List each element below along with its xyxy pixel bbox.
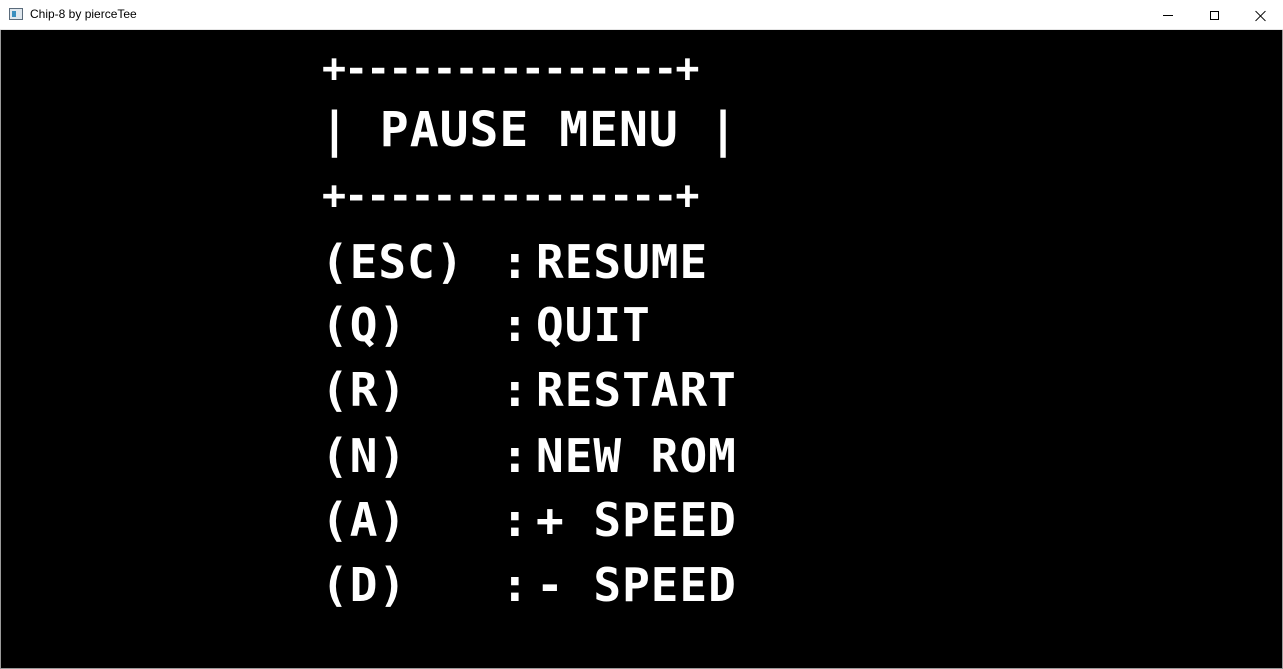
menu-item-sep: : [501, 363, 530, 417]
menu-item-action-quit: QUIT [536, 298, 651, 352]
menu-item-sep: : [501, 429, 530, 483]
maximize-icon [1209, 10, 1219, 20]
menu-item-action-restart: RESTART [536, 363, 737, 417]
menu-item-key-n: (N) [321, 429, 408, 483]
menu-item-key-esc: (ESC) [321, 235, 465, 289]
menu-item-sep: : [501, 558, 530, 612]
menu-item-action-speed-down: - SPEED [536, 558, 737, 612]
emulator-display[interactable]: +---------------+ | PAUSE MENU | +------… [1, 30, 1282, 668]
menu-title: | PAUSE MENU | [320, 102, 739, 158]
menu-item-sep: : [501, 298, 530, 352]
title-bar[interactable]: Chip-8 by pierceTee [0, 0, 1283, 30]
chip8-window: Chip-8 by pierceTee +---------------+ | … [0, 0, 1283, 669]
menu-item-key-d: (D) [321, 558, 408, 612]
menu-item-action-resume: RESUME [536, 235, 709, 289]
menu-top-border: +---------------+ [322, 46, 699, 92]
minimize-icon [1163, 14, 1173, 16]
menu-item-sep: : [501, 493, 530, 547]
menu-item-key-q: (Q) [321, 298, 408, 352]
close-icon [1255, 10, 1266, 21]
app-icon [9, 8, 23, 20]
menu-item-action-speed-up: + SPEED [536, 493, 737, 547]
maximize-button[interactable] [1191, 0, 1237, 30]
menu-bottom-border: +---------------+ [322, 173, 699, 219]
menu-item-key-a: (A) [321, 493, 408, 547]
menu-item-sep: : [501, 235, 530, 289]
window-title: Chip-8 by pierceTee [30, 7, 137, 21]
close-button[interactable] [1237, 0, 1283, 30]
menu-item-action-new-rom: NEW ROM [536, 429, 737, 483]
menu-item-key-r: (R) [321, 363, 408, 417]
minimize-button[interactable] [1145, 0, 1191, 30]
